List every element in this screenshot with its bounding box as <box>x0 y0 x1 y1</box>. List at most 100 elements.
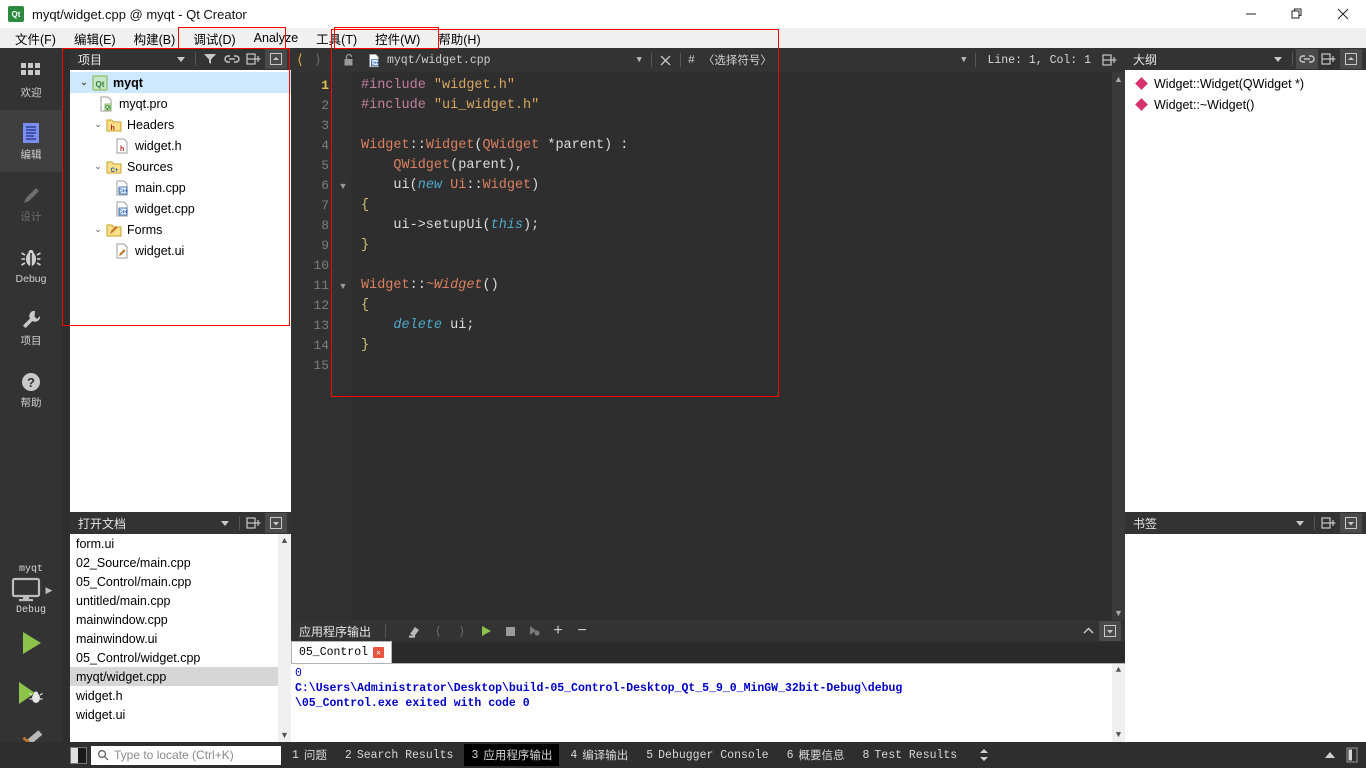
split-icon[interactable] <box>1318 513 1340 533</box>
output-button-test-results[interactable]: 8 Test Results <box>855 746 964 765</box>
editor-document-selector[interactable]: C++ myqt/widget.cpp <box>367 53 491 68</box>
chevron-down-icon[interactable]: ▼ <box>631 55 648 65</box>
scroll-up-icon[interactable]: ▲ <box>1114 72 1123 86</box>
kit-selector[interactable]: myqt ▶ Debug <box>0 560 62 618</box>
sidebar-item-help[interactable]: ? 帮助 <box>0 358 62 420</box>
outline-item-constructor[interactable]: Widget::Widget(QWidget *) <box>1125 73 1366 94</box>
zoom-in-icon[interactable]: + <box>547 621 569 641</box>
start-debugging-button[interactable] <box>0 668 62 718</box>
unlocked-icon[interactable] <box>337 53 361 67</box>
tree-item-myqt[interactable]: ⌄ Qt myqt <box>70 72 291 93</box>
output-button-compile-output[interactable]: 4 编译输出 <box>563 744 635 766</box>
zoom-out-icon[interactable]: − <box>571 621 593 641</box>
tree-item-myqt-pro[interactable]: Qt myqt.pro <box>70 93 291 114</box>
bookmarks-list[interactable] <box>1125 534 1366 742</box>
scroll-down-icon[interactable]: ▼ <box>280 729 289 742</box>
outline-item-destructor[interactable]: Widget::~Widget() <box>1125 94 1366 115</box>
close-panel-icon[interactable] <box>265 513 287 533</box>
list-item[interactable]: 02_Source/main.cpp <box>70 553 291 572</box>
output-text[interactable]: 0 C:\Users\Administrator\Desktop\build-0… <box>291 664 1125 742</box>
maximize-output-icon[interactable] <box>1077 621 1099 641</box>
output-scrollbar[interactable]: ▲ ▼ <box>1112 664 1125 742</box>
tree-item-widget-h[interactable]: h widget.h <box>70 135 291 156</box>
list-item[interactable]: form.ui <box>70 534 291 553</box>
open-documents-scrollbar[interactable]: ▲ ▼ <box>278 534 291 742</box>
output-button-general-messages[interactable]: 6 概要信息 <box>780 744 852 766</box>
sidebar-item-edit[interactable]: 编辑 <box>0 110 62 172</box>
sidebar-item-welcome[interactable]: 欢迎 <box>0 48 62 110</box>
menu-window[interactable]: 控件(W) <box>366 28 429 49</box>
list-item[interactable]: widget.h <box>70 686 291 705</box>
output-button-debugger-console[interactable]: 5 Debugger Console <box>639 746 775 765</box>
close-icon[interactable]: ✕ <box>373 647 385 658</box>
clear-output-icon[interactable] <box>403 621 425 641</box>
editor-scrollbar[interactable]: ▲ ▼ <box>1112 72 1125 620</box>
scroll-up-icon[interactable]: ▲ <box>280 534 289 547</box>
tree-item-headers[interactable]: ⌄ h Headers <box>70 114 291 135</box>
chevron-down-icon[interactable] <box>1267 49 1289 69</box>
sidebar-item-design[interactable]: 设计 <box>0 172 62 234</box>
close-document-icon[interactable] <box>655 50 677 70</box>
chevron-down-icon[interactable] <box>170 49 192 69</box>
link-icon[interactable] <box>1296 49 1318 69</box>
output-button-issues[interactable]: 1 问题 <box>285 744 334 766</box>
tree-item-forms[interactable]: ⌄ Forms <box>70 219 291 240</box>
list-item[interactable]: untitled/main.cpp <box>70 591 291 610</box>
sidebar-item-projects[interactable]: 项目 <box>0 296 62 358</box>
kit-expand-arrow-icon[interactable]: ▶ <box>46 585 53 596</box>
open-documents-list[interactable]: form.ui 02_Source/main.cpp 05_Control/ma… <box>70 534 291 742</box>
outline-list[interactable]: Widget::Widget(QWidget *) Widget::~Widge… <box>1125 70 1366 512</box>
menu-file[interactable]: 文件(F) <box>6 28 65 49</box>
chevron-down-icon[interactable] <box>214 513 236 533</box>
close-panel-icon[interactable] <box>265 49 287 69</box>
menu-analyze[interactable]: Analyze <box>245 30 307 46</box>
menu-tools[interactable]: 工具(T) <box>307 28 366 49</box>
updown-arrows-icon[interactable] <box>972 745 996 765</box>
maximize-button[interactable] <box>1274 0 1320 28</box>
fold-marker-icon[interactable]: ▼ <box>335 276 351 296</box>
toggle-sidebar-icon[interactable] <box>70 746 87 764</box>
split-icon[interactable] <box>243 513 265 533</box>
list-item[interactable]: mainwindow.cpp <box>70 610 291 629</box>
menu-build[interactable]: 构建(B) <box>125 28 185 49</box>
scroll-down-icon[interactable]: ▼ <box>1114 606 1123 620</box>
output-tab-05-control[interactable]: 05_Control ✕ <box>291 641 393 663</box>
chevron-down-icon[interactable]: ⌄ <box>90 161 106 172</box>
close-button[interactable] <box>1320 0 1366 28</box>
chevron-down-icon[interactable]: ⌄ <box>90 119 106 130</box>
forward-arrow-icon[interactable]: ⟩ <box>309 52 327 69</box>
scroll-down-icon[interactable]: ▼ <box>1116 729 1121 742</box>
chevron-down-icon[interactable]: ▼ <box>955 55 972 65</box>
chevron-down-icon[interactable]: ⌄ <box>90 224 106 235</box>
close-panel-icon[interactable] <box>1340 49 1362 69</box>
menu-debug[interactable]: 调试(D) <box>184 28 244 49</box>
symbol-selector[interactable]: # 〈选择符号〉 <box>684 52 955 68</box>
list-item[interactable]: 05_Control/main.cpp <box>70 572 291 591</box>
fold-marker-column[interactable]: ▼ ▼ <box>335 72 351 620</box>
scroll-up-icon[interactable]: ▲ <box>1116 664 1121 677</box>
output-button-search-results[interactable]: 2 Search Results <box>338 746 461 765</box>
close-panel-icon[interactable] <box>1340 513 1362 533</box>
list-item[interactable]: 05_Control/widget.cpp <box>70 648 291 667</box>
list-item-selected[interactable]: myqt/widget.cpp <box>70 667 291 686</box>
run-icon[interactable] <box>475 621 497 641</box>
list-item[interactable]: mainwindow.ui <box>70 629 291 648</box>
split-icon[interactable] <box>1318 49 1340 69</box>
minimize-button[interactable] <box>1228 0 1274 28</box>
source-code-text[interactable]: #include "widget.h" #include "ui_widget.h… <box>351 72 1125 620</box>
fold-marker-icon[interactable]: ▼ <box>335 176 351 196</box>
sidebar-item-debug[interactable]: Debug <box>0 234 62 296</box>
tree-item-widget-cpp[interactable]: C++ widget.cpp <box>70 198 291 219</box>
link-icon[interactable] <box>221 49 243 69</box>
split-icon[interactable] <box>243 49 265 69</box>
split-editor-icon[interactable] <box>1099 50 1121 70</box>
code-view[interactable]: 1 2 3 4 5 6 7 8 9 10 11 12 13 14 15 ▼ ▼ … <box>291 72 1125 620</box>
prev-item-icon[interactable]: ⟨ <box>427 621 449 641</box>
close-output-icon[interactable] <box>1099 621 1121 641</box>
chevron-down-icon[interactable] <box>1289 513 1311 533</box>
tree-item-sources[interactable]: ⌄ C+ Sources <box>70 156 291 177</box>
collapse-icon[interactable] <box>1324 749 1336 761</box>
stop-icon[interactable] <box>499 621 521 641</box>
project-tree[interactable]: ⌄ Qt myqt Qt myqt.pro ⌄ h Headers h widg… <box>70 70 291 512</box>
attach-icon[interactable] <box>523 621 545 641</box>
